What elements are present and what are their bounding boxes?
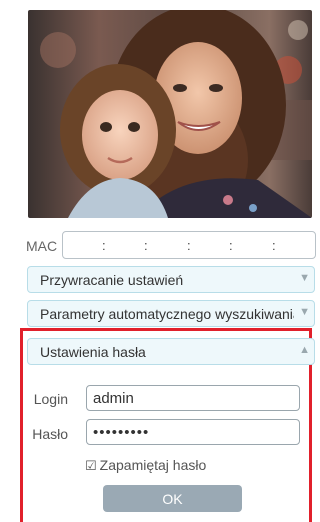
mac-label: MAC [26, 238, 58, 254]
mac-separator: : [187, 238, 191, 253]
checkbox-checked-icon[interactable]: ☑ [85, 458, 97, 473]
login-input[interactable] [86, 385, 300, 411]
ok-button[interactable]: OK [103, 485, 242, 512]
mac-separators: : : : : : [62, 238, 316, 254]
login-label: Login [33, 391, 68, 407]
password-settings-label: Ustawienia hasła [40, 344, 146, 360]
chevron-down-icon: ▼ [299, 306, 310, 318]
restore-settings-section[interactable]: Przywracanie ustawień ▼ [27, 266, 315, 293]
password-input[interactable] [86, 419, 300, 445]
restore-settings-label: Przywracanie ustawień [40, 272, 184, 288]
password-settings-section[interactable]: Ustawienia hasła ▲ [27, 338, 315, 365]
chevron-down-icon: ▼ [299, 272, 310, 284]
settings-panel: MAC : : : : : Przywracanie ustawień ▼ Pa… [16, 0, 316, 522]
remember-password-checkbox[interactable]: ☑ Zapamiętaj hasło [85, 457, 206, 474]
camera-preview-image [28, 10, 312, 218]
chevron-up-icon: ▲ [299, 344, 310, 356]
mac-separator: : [144, 238, 148, 253]
auto-search-params-section[interactable]: Parametry automatycznego wyszukiwania ▼ [27, 300, 315, 327]
mac-separator: : [102, 238, 106, 253]
mac-row: MAC : : : : : [16, 231, 316, 261]
password-label: Hasło [32, 426, 68, 442]
mac-separator: : [272, 238, 276, 253]
auto-search-params-label: Parametry automatycznego wyszukiwania [40, 306, 294, 322]
remember-password-label: Zapamiętaj hasło [99, 457, 207, 473]
mac-separator: : [229, 238, 233, 253]
